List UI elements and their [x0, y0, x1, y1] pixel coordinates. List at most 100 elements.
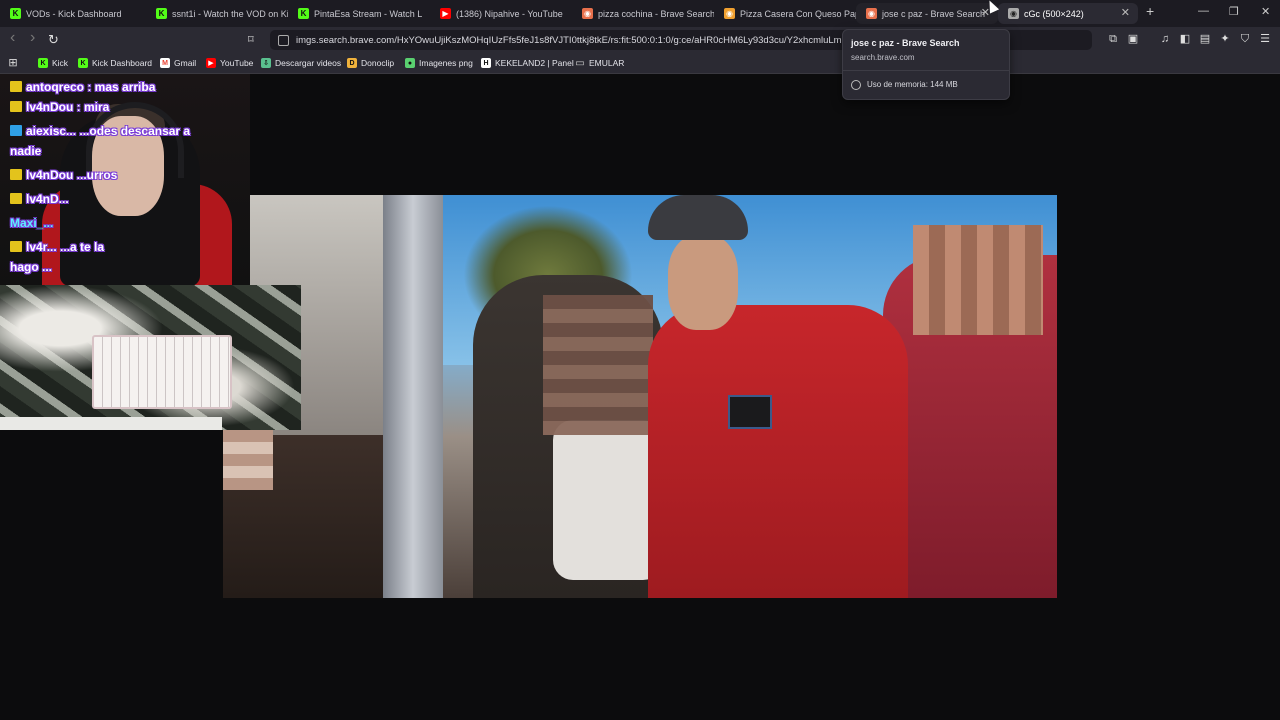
brave-favicon-icon: ◉: [866, 8, 877, 19]
youtube-icon: ▶: [206, 58, 216, 68]
apps-grid-icon[interactable]: ⊞: [6, 56, 20, 70]
bookmark-label: YouTube: [220, 58, 254, 68]
tab-jose-c-paz[interactable]: ◉ jose c paz - Brave Search ✕: [856, 3, 998, 24]
kick-favicon-icon: K: [298, 8, 309, 19]
menu-icon[interactable]: ☰: [1258, 32, 1272, 46]
kick-icon: K: [38, 58, 48, 68]
bookmark-donoclip[interactable]: D Donoclip: [347, 56, 394, 70]
photo-cap: [648, 195, 748, 240]
site-info-icon[interactable]: [278, 35, 289, 46]
bookmark-gmail[interactable]: M Gmail: [160, 56, 196, 70]
bookmark-label: KEKELAND2 | Panel: [495, 58, 574, 68]
tab-cgc-image[interactable]: ◉ cGc (500×242) ✕: [998, 3, 1138, 24]
bookmark-kick-dashboard[interactable]: K Kick Dashboard: [78, 56, 152, 70]
image-favicon-icon: ◉: [1008, 8, 1019, 19]
leo-ai-icon[interactable]: ✦: [1218, 32, 1232, 46]
reload-button[interactable]: ↻: [48, 32, 59, 48]
folder-icon: ▭: [575, 57, 585, 69]
tab-label: (1386) Nipahive - YouTube: [456, 8, 563, 19]
photo-pole: [383, 195, 443, 598]
bookmark-label: Donoclip: [361, 58, 395, 68]
sub-badge-icon: [10, 125, 22, 136]
sub-badge-icon: [10, 81, 22, 92]
bookmarks-bar: ⊞ K Kick K Kick Dashboard M Gmail ▶ YouTube …: [0, 53, 1280, 74]
tab-pizza-casera[interactable]: ◉ Pizza Casera Con Queso Papita: [714, 3, 856, 24]
tab-ssnt1i-vod[interactable]: K ssnt1i - Watch the VOD on Kick: [146, 3, 288, 24]
donoclip-icon: D: [347, 58, 357, 68]
tab-nipahive-youtube[interactable]: ▶ (1386) Nipahive - YouTube: [430, 3, 572, 24]
vpn-shield-icon[interactable]: ⛉: [1238, 32, 1252, 46]
pizza-favicon-icon: ◉: [724, 8, 735, 19]
photo-pixelated-face: [223, 430, 273, 490]
chat-message: lv4nDou : mira: [10, 100, 109, 114]
new-tab-button[interactable]: +: [1146, 3, 1154, 19]
chat-message: lv4nDou ...urros: [10, 168, 117, 182]
wallet-icon[interactable]: ▤: [1198, 32, 1212, 46]
photo-red-jacket: [648, 305, 908, 598]
download-icon: ⇩: [261, 58, 271, 68]
chat-message: hago ...: [10, 260, 52, 274]
bookmark-imagenes-png[interactable]: ● Imagenes png: [405, 56, 473, 70]
bookmark-label: Imagenes png: [419, 58, 473, 68]
kick-favicon-icon: K: [10, 8, 21, 19]
tab-label: PintaEsa Stream - Watch L: [314, 8, 423, 19]
bookmark-label: Descargar videos: [275, 58, 342, 68]
memory-icon: [851, 80, 861, 90]
sub-badge-icon: [10, 241, 22, 252]
reader-mode-icon[interactable]: ▣: [1126, 32, 1140, 46]
tab-label: cGc (500×242): [1024, 8, 1084, 19]
bookmark-label: EMULAR: [589, 58, 625, 68]
bookmark-page-icon[interactable]: ⌑: [248, 33, 254, 46]
url-text: imgs.search.brave.com/HxYOwuUjiKszMOHqIU…: [296, 34, 871, 46]
tab-pintaesa-stream[interactable]: K PintaEsa Stream - Watch L: [288, 3, 430, 24]
bookmark-label: Gmail: [174, 58, 197, 68]
bookmark-kick[interactable]: K Kick: [38, 56, 68, 70]
tab-pizza-cochina[interactable]: ◉ pizza cochina - Brave Search: [572, 3, 714, 24]
bookmark-kekeland2-panel[interactable]: H KEKELAND2 | Panel: [481, 56, 574, 70]
keyboard-camera: [0, 285, 301, 430]
chat-message: aiexisc... ...odes descansar a: [10, 124, 190, 138]
tab-close-icon[interactable]: ✕: [1121, 6, 1130, 19]
photo-pixelated-face: [913, 225, 1043, 335]
sidebar-icon[interactable]: ◧: [1178, 32, 1192, 46]
photo-pixelated-face: [543, 295, 653, 435]
back-button[interactable]: ‹: [10, 29, 15, 47]
photo-white-top: [553, 420, 663, 580]
media-music-icon[interactable]: ♫: [1158, 32, 1172, 46]
bookmark-youtube[interactable]: ▶ YouTube: [206, 56, 253, 70]
displayed-image[interactable]: [223, 195, 1057, 598]
restore-button[interactable]: ❐: [1229, 5, 1239, 18]
sub-badge-icon: [10, 101, 22, 112]
close-window-button[interactable]: ✕: [1261, 5, 1270, 18]
chat-message: nadie: [10, 144, 42, 158]
bookmark-descargar-videos[interactable]: ⇩ Descargar videos: [261, 56, 341, 70]
extensions-icon[interactable]: ⧉: [1106, 32, 1120, 46]
keyboard: [92, 335, 232, 409]
bookmark-folder-emular[interactable]: ▭ EMULAR: [575, 56, 624, 70]
keyboard-cam-bottom-edge: [0, 417, 222, 430]
tab-label: ssnt1i - Watch the VOD on Kick: [172, 8, 288, 19]
tab-label: VODs - Kick Dashboard: [26, 8, 122, 19]
imagenes-png-icon: ●: [405, 58, 415, 68]
tab-label: pizza cochina - Brave Search: [598, 8, 714, 19]
tooltip-memory: Uso de memoria: 144 MB: [867, 80, 958, 89]
tab-vods-kick-dashboard[interactable]: K VODs - Kick Dashboard: [0, 3, 146, 24]
brave-favicon-icon: ◉: [582, 8, 593, 19]
tab-label: Pizza Casera Con Queso Papita: [740, 8, 856, 19]
minimize-button[interactable]: —: [1198, 5, 1209, 17]
bookmark-label: Kick: [52, 58, 69, 68]
bookmark-label: Kick Dashboard: [92, 58, 153, 68]
chat-message: lv4nD...: [10, 192, 69, 206]
youtube-favicon-icon: ▶: [440, 8, 451, 19]
forward-button[interactable]: ›: [30, 29, 35, 47]
kick-icon: K: [78, 58, 88, 68]
navigation-toolbar: ‹ › ↻ ⌑ imgs.search.brave.com/HxYOwuUjiK…: [0, 27, 1280, 53]
photo-jacket-patch: [728, 395, 772, 429]
sub-badge-icon: [10, 169, 22, 180]
kekeland-icon: H: [481, 58, 491, 68]
tooltip-title: jose c paz - Brave Search: [851, 38, 960, 48]
kick-favicon-icon: K: [156, 8, 167, 19]
chat-message: Maxi_...: [10, 216, 54, 230]
tab-hover-card: jose c paz - Brave Search search.brave.c…: [842, 29, 1010, 100]
chat-message: lv4r... ...a te la: [10, 240, 104, 254]
